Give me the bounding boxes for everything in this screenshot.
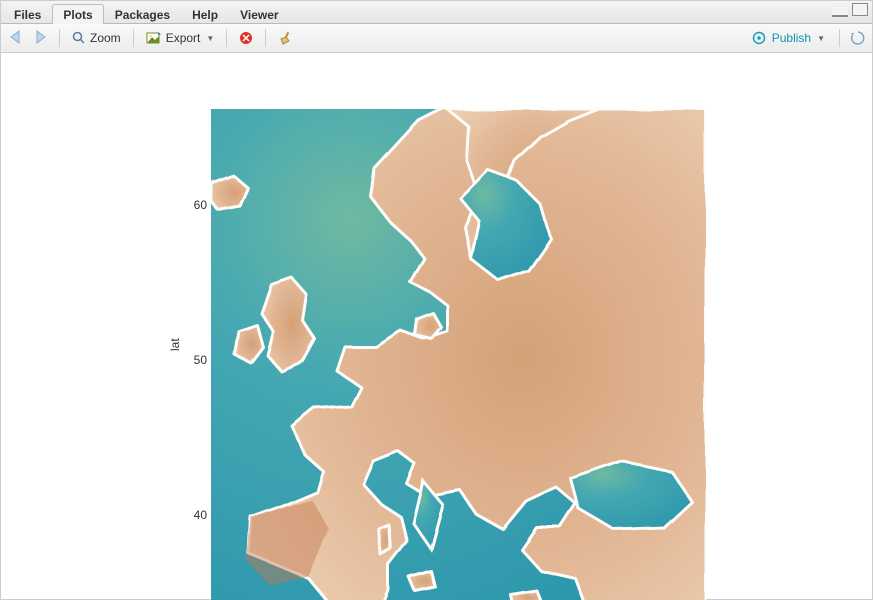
zoom-button[interactable]: Zoom <box>68 29 125 47</box>
map-plot <box>211 109 706 600</box>
separator <box>133 29 134 47</box>
plot-next-icon[interactable] <box>31 30 51 47</box>
plot-area: 60 50 40 -10 0 10 20 30 40 lat lon <box>1 53 872 599</box>
separator <box>265 29 266 47</box>
zoom-icon <box>72 31 86 45</box>
refresh-button[interactable] <box>850 30 866 46</box>
tab-bar: Files Plots Packages Help Viewer <box>1 1 872 24</box>
maximize-pane-icon[interactable] <box>852 3 868 16</box>
export-button[interactable]: Export ▼ <box>142 29 219 47</box>
separator <box>59 29 60 47</box>
publish-button[interactable]: Publish ▼ <box>746 29 829 47</box>
tab-packages[interactable]: Packages <box>104 4 181 24</box>
separator <box>226 29 227 47</box>
ytick-40: 40 <box>177 508 207 522</box>
y-axis-label: lat <box>168 338 182 351</box>
separator <box>839 29 840 47</box>
publish-label: Publish <box>772 31 811 45</box>
ytick-50: 50 <box>177 353 207 367</box>
window-controls <box>832 3 868 17</box>
tab-files[interactable]: Files <box>3 4 52 24</box>
tab-help[interactable]: Help <box>181 4 229 24</box>
remove-icon <box>239 31 253 45</box>
chevron-down-icon: ▼ <box>817 34 825 43</box>
publish-icon <box>750 31 768 45</box>
remove-plot-button[interactable] <box>235 29 257 47</box>
zoom-label: Zoom <box>90 31 121 45</box>
tab-viewer[interactable]: Viewer <box>229 4 289 24</box>
plots-pane: Files Plots Packages Help Viewer Zoom <box>0 0 873 600</box>
plot-prev-icon[interactable] <box>7 30 27 47</box>
broom-icon <box>278 31 292 45</box>
tab-plots[interactable]: Plots <box>52 4 103 24</box>
plots-toolbar: Zoom Export ▼ <box>1 24 872 53</box>
minimize-pane-icon[interactable] <box>832 7 848 17</box>
export-icon <box>146 31 162 45</box>
export-label: Export <box>166 31 201 45</box>
ytick-60: 60 <box>177 198 207 212</box>
chevron-down-icon: ▼ <box>206 34 214 43</box>
clear-all-button[interactable] <box>274 29 296 47</box>
